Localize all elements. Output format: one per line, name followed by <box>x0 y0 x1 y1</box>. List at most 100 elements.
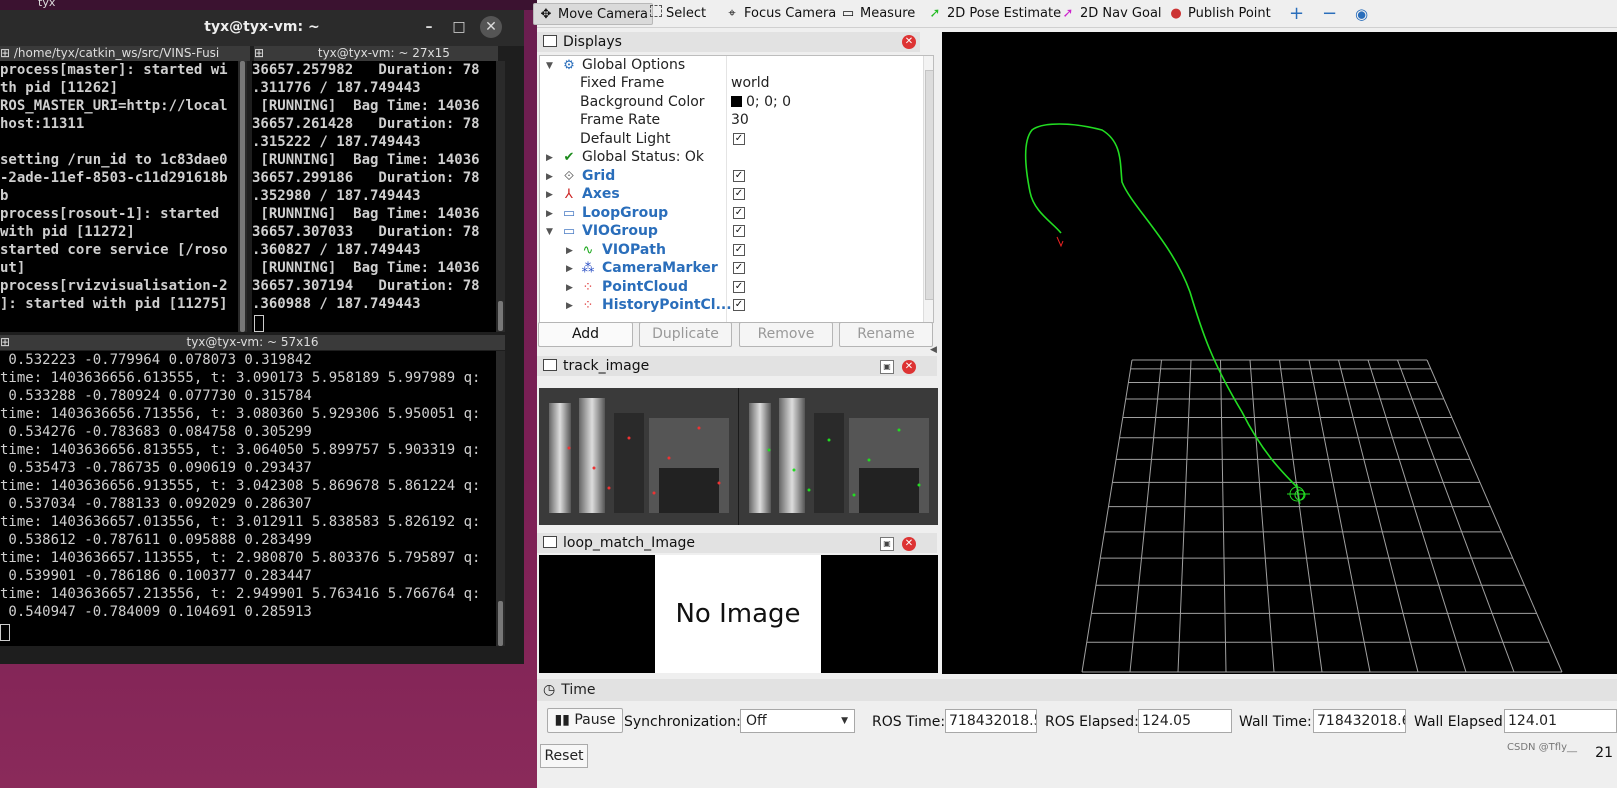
wall-elapsed-field[interactable]: 124.01 <box>1504 709 1617 733</box>
float-icon[interactable]: ▣ <box>880 360 894 374</box>
grid-checkbox[interactable]: ✓ <box>733 170 745 182</box>
collapsed-arrow-icon: ▶ <box>546 153 553 163</box>
minimize-icon[interactable]: – <box>418 16 440 38</box>
move-camera-tool[interactable]: ✥ Move Camera <box>533 3 654 25</box>
terminal-line: time: 1403636657.113555, t: 2.980870 5.8… <box>0 550 481 566</box>
close-icon[interactable]: ✕ <box>902 360 916 374</box>
tree-row-global-options[interactable]: ▼ ⚙ Global Options <box>540 56 933 75</box>
grid-line <box>1177 359 1192 673</box>
tree-row-default-light[interactable]: Default Light ✓ <box>540 130 933 149</box>
close-icon[interactable]: ✕ <box>480 16 502 38</box>
pose-estimate-tool[interactable]: ➚ 2D Pose Estimate <box>927 3 1062 25</box>
track-image-title: track_image <box>563 358 650 374</box>
viogroup-checkbox[interactable]: ✓ <box>733 225 745 237</box>
tree-row-background-color[interactable]: Background Color 0; 0; 0 <box>540 93 933 112</box>
background-color-value[interactable]: 0; 0; 0 <box>731 93 791 112</box>
pane1-header[interactable]: ⊞ /home/tyx/catkin_ws/src/VINS-Fusi <box>0 46 250 61</box>
3d-viewport[interactable] <box>942 32 1617 674</box>
terminal-line: 36657.299186 Duration: 78 <box>252 170 480 186</box>
loopgroup-label: LoopGroup <box>582 205 669 221</box>
axes-checkbox[interactable]: ✓ <box>733 188 745 200</box>
tree-row-cameramarker[interactable]: ▶ ⁂ CameraMarker ✓ <box>540 259 933 278</box>
terminal-line: 36657.307033 Duration: 78 <box>252 224 480 240</box>
displays-tree: ▼ ⚙ Global Options Fixed Frame world Backgr… <box>539 55 934 323</box>
pane1-scrollbar[interactable] <box>238 61 247 332</box>
collapse-arrow-icon[interactable]: ◀ <box>930 345 937 355</box>
tree-row-historypointcloud[interactable]: ▶ ⁘ HistoryPointCl... ✓ <box>540 296 933 315</box>
eye-icon[interactable]: ◉ <box>1355 3 1368 25</box>
terminal-pane-3[interactable]: 0.532223 -0.779964 0.078073 0.319842 time… <box>0 351 496 646</box>
maximize-icon[interactable]: □ <box>448 16 470 38</box>
pane3-header-label: tyx@tyx-vm: ~ 57x16 <box>186 335 319 349</box>
remove-button[interactable]: Remove <box>739 322 833 347</box>
remove-tool-icon[interactable]: − <box>1322 3 1337 25</box>
tree-row-axes[interactable]: ▶ ⅄ Axes ✓ <box>540 185 933 204</box>
terminal-line: 36657.261428 Duration: 78 <box>252 116 480 132</box>
pane3-scrollbar[interactable] <box>496 351 505 646</box>
tree-scrollbar[interactable] <box>923 56 933 322</box>
tree-row-grid[interactable]: ▶ ⟐ Grid ✓ <box>540 167 933 186</box>
frame-rate-value[interactable]: 30 <box>731 111 749 130</box>
close-icon[interactable]: ✕ <box>902 537 916 551</box>
focus-camera-tool[interactable]: ⌖ Focus Camera <box>724 3 836 25</box>
select-tool[interactable]: Select <box>650 3 706 25</box>
terminal-line: [RUNNING] Bag Time: 14036 <box>252 260 480 276</box>
terminal-pane-2[interactable]: 36657.257982 Duration: 78 .311776 / 187.7… <box>252 61 496 332</box>
loop-image-title: loop_match_Image <box>563 535 696 551</box>
viogroup-label: VIOGroup <box>582 223 658 239</box>
publish-point-tool[interactable]: ● Publish Point <box>1168 3 1270 25</box>
default-light-checkbox[interactable]: ✓ <box>733 133 745 145</box>
terminal-line: .315222 / 187.749443 <box>252 134 421 150</box>
pane2-header[interactable]: ⊞ tyx@tyx-vm: ~ 27x15 <box>254 46 498 61</box>
tree-row-loopgroup[interactable]: ▶ ▭ LoopGroup ✓ <box>540 204 933 223</box>
terminal-line: b <box>0 188 9 204</box>
terminal-line: 0.538612 -0.787611 0.095888 0.283499 <box>0 532 312 548</box>
terminal-line: time: 1403636656.913555, t: 3.042308 5.8… <box>0 478 481 494</box>
tree-row-viopath[interactable]: ▶ ∿ VIOPath ✓ <box>540 241 933 260</box>
reset-button[interactable]: Reset <box>540 744 588 768</box>
add-display-button[interactable]: Add <box>538 322 633 347</box>
tree-row-frame-rate[interactable]: Frame Rate 30 <box>540 111 933 130</box>
terminal-titlebar[interactable]: tyx@tyx-vm: ~ – □ ✕ <box>0 10 524 46</box>
terminal-line: with pid [11272] <box>0 224 135 240</box>
rename-button[interactable]: Rename <box>839 322 933 347</box>
loop-image-panel-title: loop_match_Image <box>537 533 937 553</box>
terminal-cursor <box>254 315 264 332</box>
terminal-line: [RUNNING] Bag Time: 14036 <box>252 152 480 168</box>
duplicate-button[interactable]: Duplicate <box>639 322 732 347</box>
add-tool-icon[interactable]: + <box>1289 3 1304 25</box>
pane3-header[interactable]: ⊞ tyx@tyx-vm: ~ 57x16 <box>0 335 505 350</box>
historypointcloud-checkbox[interactable]: ✓ <box>733 299 745 311</box>
pane2-scrollbar[interactable] <box>496 61 505 332</box>
viopath-checkbox[interactable]: ✓ <box>733 244 745 256</box>
tree-row-pointcloud[interactable]: ▶ ⁘ PointCloud ✓ <box>540 278 933 297</box>
float-icon[interactable]: ▣ <box>880 537 894 551</box>
nav-goal-tool[interactable]: ➚ 2D Nav Goal <box>1060 3 1162 25</box>
tree-row-viogroup[interactable]: ▼ ▭ VIOGroup ✓ <box>540 222 933 241</box>
measure-label: Measure <box>860 6 916 21</box>
nav-goal-label: 2D Nav Goal <box>1080 6 1162 21</box>
terminal-line: 36657.307194 Duration: 78 <box>252 278 480 294</box>
terminal-title: tyx@tyx-vm: ~ <box>204 19 320 35</box>
sync-select[interactable]: Off ▼ <box>740 709 855 733</box>
default-light-label: Default Light <box>580 131 671 147</box>
axes-label: Axes <box>582 186 620 202</box>
ros-elapsed-label: ROS Elapsed: <box>1045 714 1139 730</box>
close-icon[interactable]: ✕ <box>902 35 916 49</box>
cameramarker-checkbox[interactable]: ✓ <box>733 262 745 274</box>
measure-tool[interactable]: ▭ Measure <box>840 3 915 25</box>
terminal-window: tyx@tyx-vm: ~ – □ ✕ ⊞ /home/tyx/catkin_w… <box>0 10 524 664</box>
ros-elapsed-field[interactable]: 124.05 <box>1138 709 1232 733</box>
loopgroup-checkbox[interactable]: ✓ <box>733 207 745 219</box>
ros-time-field[interactable]: 718432018.56 <box>945 709 1037 733</box>
wall-time-field[interactable]: 718432018.60 <box>1313 709 1406 733</box>
tree-row-global-status[interactable]: ▶ ✔ Global Status: Ok <box>540 148 933 167</box>
terminal-line: [RUNNING] Bag Time: 14036 <box>252 98 480 114</box>
pointcloud-checkbox[interactable]: ✓ <box>733 281 745 293</box>
grid-icon: ⊞ <box>254 46 268 60</box>
fixed-frame-value[interactable]: world <box>731 74 770 93</box>
terminal-pane-1[interactable]: process[master]: started wi th pid [11262… <box>0 61 238 332</box>
path-icon: ∿ <box>582 243 594 258</box>
tree-row-fixed-frame[interactable]: Fixed Frame world <box>540 74 933 93</box>
pause-button[interactable]: ▮▮ Pause <box>547 708 623 733</box>
